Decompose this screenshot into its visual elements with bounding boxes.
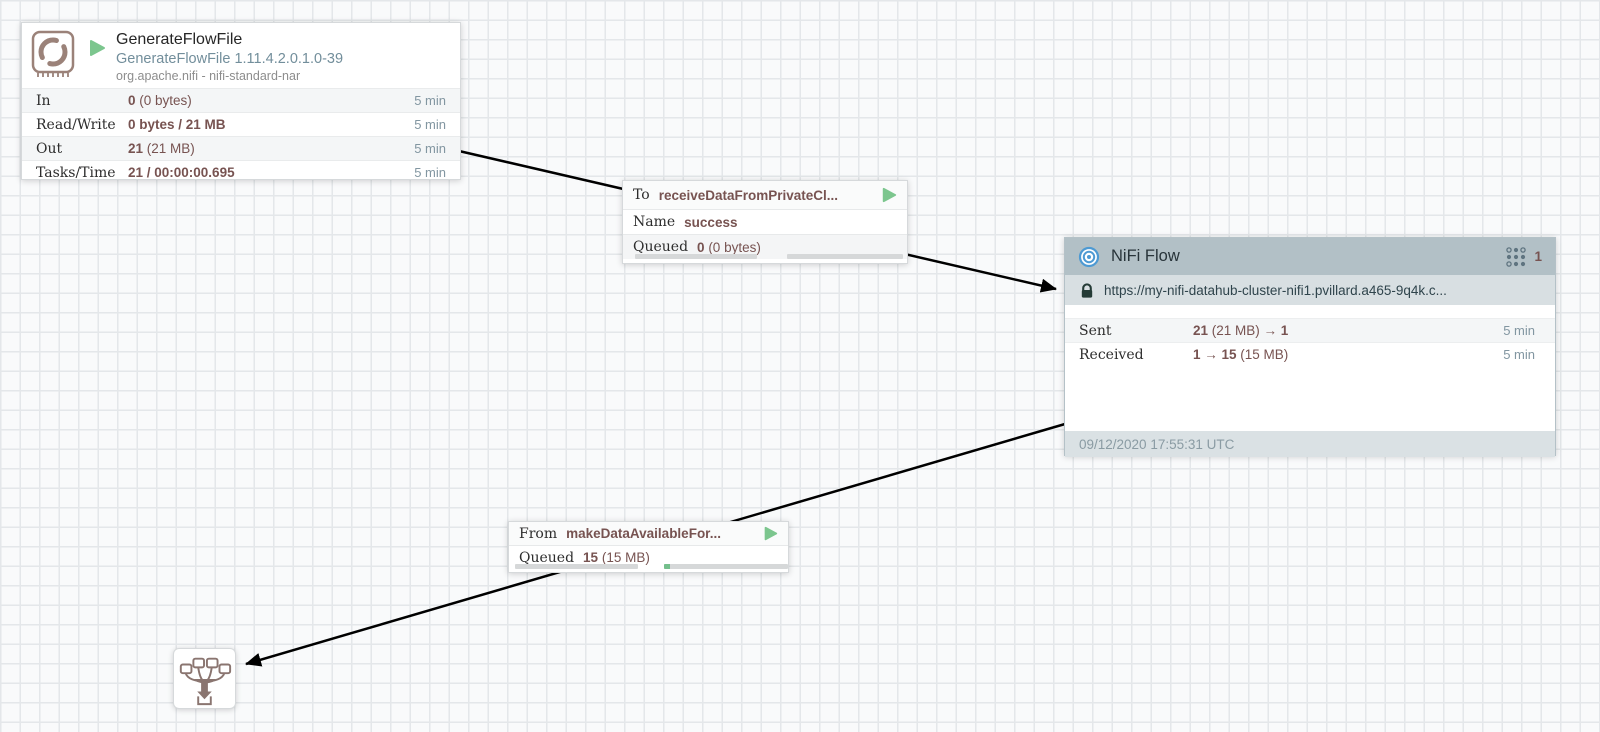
backpressure-fill xyxy=(664,564,670,569)
stat-window: 5 min xyxy=(1503,347,1535,362)
backpressure-bars xyxy=(623,254,907,259)
backpressure-bars xyxy=(509,564,788,569)
stat-row-tasks: Tasks/Time 21 / 00:00:00.695 5 min xyxy=(22,160,460,184)
stat-window: 5 min xyxy=(414,165,446,180)
stat-window: 5 min xyxy=(414,117,446,132)
stat-detail: (15 MB) xyxy=(1237,347,1289,362)
name-value: success xyxy=(684,215,737,230)
connection-from-row: From makeDataAvailableFor... xyxy=(509,522,788,545)
stat-value: 21 xyxy=(128,141,143,156)
to-label: To xyxy=(633,187,650,203)
rpg-url: https://my-nifi-datahub-cluster-nifi1.pv… xyxy=(1104,283,1447,298)
run-status-icon xyxy=(88,39,106,57)
run-status-icon xyxy=(881,187,897,203)
to-endpoint: receiveDataFromPrivateCl... xyxy=(659,188,838,203)
processor-icon xyxy=(30,29,78,77)
run-status-icon xyxy=(763,526,778,541)
processor-stats: In 0 (0 bytes) 5 min Read/Write 0 bytes … xyxy=(22,88,460,184)
rpg-stats: Sent 21 (21 MB) → 1 5 min Received 1 → 1… xyxy=(1065,305,1555,431)
rpg-header: NiFi Flow 1 xyxy=(1065,238,1555,275)
remote-process-group-icon xyxy=(1078,246,1100,268)
rpg-title: NiFi Flow xyxy=(1111,247,1180,266)
backpressure-size-bar xyxy=(664,564,788,569)
stat-value: 21 / 00:00:00.695 xyxy=(128,165,235,180)
stat-label: Sent xyxy=(1079,323,1193,339)
connection-to-row: To receiveDataFromPrivateCl... xyxy=(623,181,907,209)
queued-count: 15 xyxy=(583,550,598,565)
rpg-last-refreshed: 09/12/2020 17:55:31 UTC xyxy=(1065,431,1555,457)
stat-row-out: Out 21 (21 MB) 5 min xyxy=(22,136,460,160)
last-refreshed-timestamp: 09/12/2020 17:55:31 UTC xyxy=(1079,437,1234,452)
queued-size: (15 MB) xyxy=(598,550,650,565)
remote-ports-icon xyxy=(1505,246,1527,268)
processor-generateflowfile[interactable]: GenerateFlowFile GenerateFlowFile 1.11.4… xyxy=(21,22,461,180)
from-label: From xyxy=(519,526,557,542)
stat-value-2: → 1 xyxy=(1264,323,1289,338)
funnel-component[interactable] xyxy=(173,648,236,709)
stat-window: 5 min xyxy=(414,141,446,156)
remote-process-group-nifi-flow[interactable]: NiFi Flow 1 https://my-nifi-datahub-clus… xyxy=(1064,237,1556,456)
backpressure-size-bar xyxy=(787,254,903,259)
stat-label: Read/Write xyxy=(36,117,128,133)
stat-value: 21 xyxy=(1193,323,1208,338)
port-count-value: 1 xyxy=(1534,249,1542,264)
stat-label: Received xyxy=(1079,347,1193,363)
stat-label: Tasks/Time xyxy=(36,165,128,181)
stat-value: 0 xyxy=(128,93,136,108)
nifi-canvas: { "colors": { "value_accent": "#775351",… xyxy=(0,0,1600,732)
from-endpoint: makeDataAvailableFor... xyxy=(566,526,721,541)
stat-value: 0 bytes / 21 MB xyxy=(128,117,226,132)
connection-name-row: Name success xyxy=(623,209,907,234)
name-label: Name xyxy=(633,214,675,230)
stat-detail: (21 MB) xyxy=(1208,323,1264,338)
queued-count: 0 xyxy=(697,240,705,255)
connection-label-from-remote[interactable]: From makeDataAvailableFor... Queued 15 (… xyxy=(508,521,789,573)
funnel-icon xyxy=(174,649,235,708)
backpressure-object-bar xyxy=(635,254,757,259)
processor-header: GenerateFlowFile GenerateFlowFile 1.11.4… xyxy=(22,23,460,88)
stat-window: 5 min xyxy=(414,93,446,108)
stat-window: 5 min xyxy=(1503,323,1535,338)
stat-row-sent: Sent 21 (21 MB) → 1 5 min xyxy=(1065,318,1555,342)
stat-detail: (21 MB) xyxy=(143,141,195,156)
queued-size: (0 bytes) xyxy=(705,240,761,255)
processor-name: GenerateFlowFile xyxy=(116,31,242,49)
stat-row-in: In 0 (0 bytes) 5 min xyxy=(22,88,460,112)
processor-type: GenerateFlowFile 1.11.4.2.0.1.0-39 xyxy=(116,51,343,67)
stat-label: Out xyxy=(36,141,128,157)
stat-detail: (0 bytes) xyxy=(136,93,192,108)
stat-row-received: Received 1 → 15 (15 MB) 5 min xyxy=(1065,342,1555,366)
stat-value: 1 → 15 xyxy=(1193,347,1237,362)
connection-label-success[interactable]: To receiveDataFromPrivateCl... Name succ… xyxy=(622,180,908,264)
stat-row-readwrite: Read/Write 0 bytes / 21 MB 5 min xyxy=(22,112,460,136)
rpg-url-row: https://my-nifi-datahub-cluster-nifi1.pv… xyxy=(1065,275,1555,305)
stat-label: In xyxy=(36,93,128,109)
rpg-port-count: 1 xyxy=(1505,246,1542,268)
lock-icon xyxy=(1079,282,1095,299)
backpressure-object-bar xyxy=(515,564,638,569)
processor-bundle: org.apache.nifi - nifi-standard-nar xyxy=(116,69,300,83)
queued-label: Queued xyxy=(633,239,688,255)
